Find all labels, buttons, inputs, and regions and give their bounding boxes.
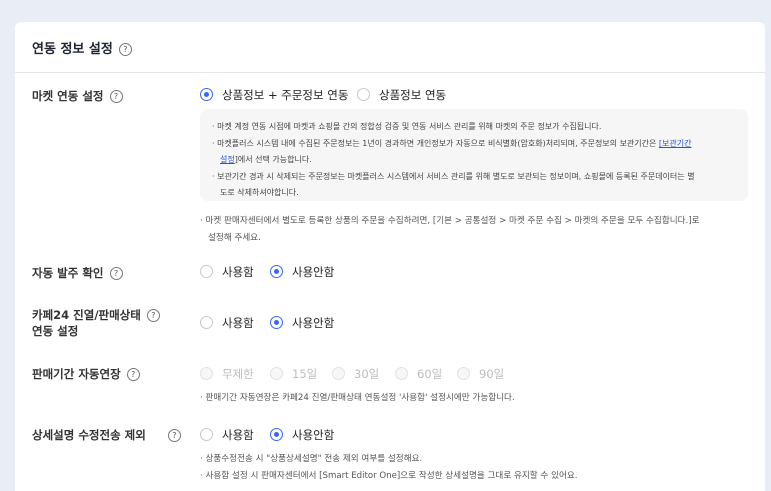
radio-icon[interactable] xyxy=(357,88,370,101)
sale-period-label: 판매기간 자동연장? xyxy=(32,366,140,382)
radio-icon[interactable] xyxy=(200,428,213,441)
radio-icon[interactable] xyxy=(200,316,213,329)
retention-period-link[interactable]: [보관기간 xyxy=(659,139,692,148)
radio-disabled-icon[interactable] xyxy=(200,367,213,380)
market-link-option-product[interactable]: 상품정보 연동 xyxy=(357,87,446,103)
radio-disabled-icon[interactable] xyxy=(395,367,408,380)
option-label: 60일 xyxy=(417,367,443,381)
option-label: 사용함 xyxy=(222,265,254,279)
help-icon[interactable]: ? xyxy=(167,429,181,442)
option-label: 상품정보 연동 xyxy=(379,88,447,102)
option-label: 90일 xyxy=(479,367,505,381)
auto-order-label: 자동 발주 확인? xyxy=(32,265,123,281)
info-line: · 보관기간 경과 시 삭제되는 주문정보는 마켓플러스 시스템에서 서비스 관… xyxy=(212,172,695,181)
radio-icon[interactable] xyxy=(200,265,213,278)
help-icon[interactable]: ? xyxy=(118,43,132,56)
cafe24-display-label: 카페24 진열/판매상태? 연동 설정 xyxy=(32,307,160,339)
radio-selected-icon[interactable] xyxy=(270,265,283,278)
option-label: 무제한 xyxy=(222,367,254,381)
help-icon[interactable]: ? xyxy=(109,90,123,103)
sale-period-option-15[interactable]: 15일 xyxy=(270,366,317,382)
option-label: 30일 xyxy=(354,367,380,381)
section-title-text: 연동 정보 설정 xyxy=(32,42,113,57)
info-line: · 마켓플러스 시스템 내에 수집된 주문정보는 1년이 경과하면 개인정보가 … xyxy=(212,138,691,149)
sale-period-option-unlimited[interactable]: 무제한 xyxy=(200,366,254,382)
option-label: 사용안함 xyxy=(292,265,335,279)
market-link-label-text: 마켓 연동 설정 xyxy=(32,89,104,103)
radio-disabled-icon[interactable] xyxy=(270,367,283,380)
detail-exclude-note: · 사용함 설정 시 판매자센터에서 [Smart Editor One]으로 … xyxy=(200,471,578,481)
market-link-label: 마켓 연동 설정? xyxy=(32,88,123,104)
detail-exclude-label: 상세설명 수정전송 제외? xyxy=(32,427,181,443)
help-icon[interactable]: ? xyxy=(146,309,160,322)
radio-selected-icon[interactable] xyxy=(270,428,283,441)
radio-selected-icon[interactable] xyxy=(270,316,283,329)
market-link-note: · 마켓 판매자센터에서 별도로 등록한 상품의 주문을 수집하려면, [기본 … xyxy=(200,216,700,226)
info-line: 도로 삭제하셔야합니다. xyxy=(220,188,299,197)
cafe24-display-option-use[interactable]: 사용함 xyxy=(200,315,254,331)
market-link-option-product-order[interactable]: 상품정보 + 주문정보 연동 xyxy=(200,87,348,103)
auto-order-label-text: 자동 발주 확인 xyxy=(32,266,104,280)
info-line: 설정]에서 선택 가능합니다. xyxy=(220,154,312,165)
sale-period-option-30[interactable]: 30일 xyxy=(332,366,379,382)
option-label: 사용함 xyxy=(222,316,254,330)
cafe24-display-label-text-2: 연동 설정 xyxy=(32,324,79,338)
radio-selected-icon[interactable] xyxy=(200,88,213,101)
section-title: 연동 정보 설정? xyxy=(32,38,132,57)
info-text: · 마켓플러스 시스템 내에 수집된 주문정보는 1년이 경과하면 개인정보가 … xyxy=(212,139,659,148)
cafe24-display-label-text: 카페24 진열/판매상태 xyxy=(32,308,141,322)
detail-exclude-label-text: 상세설명 수정전송 제외 xyxy=(32,428,146,442)
option-label: 상품정보 + 주문정보 연동 xyxy=(222,88,349,102)
retention-period-link-cont[interactable]: 설정 xyxy=(220,155,235,164)
option-label: 15일 xyxy=(292,367,318,381)
radio-disabled-icon[interactable] xyxy=(332,367,345,380)
auto-order-option-use[interactable]: 사용함 xyxy=(200,264,254,280)
option-label: 사용안함 xyxy=(292,428,335,442)
auto-order-option-not-use[interactable]: 사용안함 xyxy=(270,264,334,280)
section-header: 연동 정보 설정? xyxy=(15,22,765,73)
help-icon[interactable]: ? xyxy=(126,368,140,381)
market-link-info-box: · 마켓 계정 연동 시점에 마켓과 쇼핑몰 간의 정합성 검증 및 연동 서비… xyxy=(200,109,748,201)
option-label: 사용함 xyxy=(222,428,254,442)
option-label: 사용안함 xyxy=(292,316,335,330)
market-link-note: 설정해 주세요. xyxy=(208,233,261,243)
sale-period-option-90[interactable]: 90일 xyxy=(457,366,504,382)
detail-exclude-option-not-use[interactable]: 사용안함 xyxy=(270,427,334,443)
info-text: ]에서 선택 가능합니다. xyxy=(234,155,312,164)
radio-disabled-icon[interactable] xyxy=(457,367,470,380)
settings-panel: 연동 정보 설정? 마켓 연동 설정? 상품정보 + 주문정보 연동 상품정보 … xyxy=(15,22,765,491)
detail-exclude-option-use[interactable]: 사용함 xyxy=(200,427,254,443)
sale-period-label-text: 판매기간 자동연장 xyxy=(32,367,121,381)
cafe24-display-option-not-use[interactable]: 사용안함 xyxy=(270,315,334,331)
detail-exclude-note: · 상품수정전송 시 "상품상세설명" 전송 제외 여부를 설정해요. xyxy=(200,454,423,464)
help-icon[interactable]: ? xyxy=(109,267,123,280)
info-line: · 마켓 계정 연동 시점에 마켓과 쇼핑몰 간의 정합성 검증 및 연동 서비… xyxy=(212,122,602,131)
sale-period-option-60[interactable]: 60일 xyxy=(395,366,442,382)
sale-period-note: · 판매기간 자동연장은 카페24 진열/판매상태 연동설정 '사용함' 설정시… xyxy=(200,393,515,403)
